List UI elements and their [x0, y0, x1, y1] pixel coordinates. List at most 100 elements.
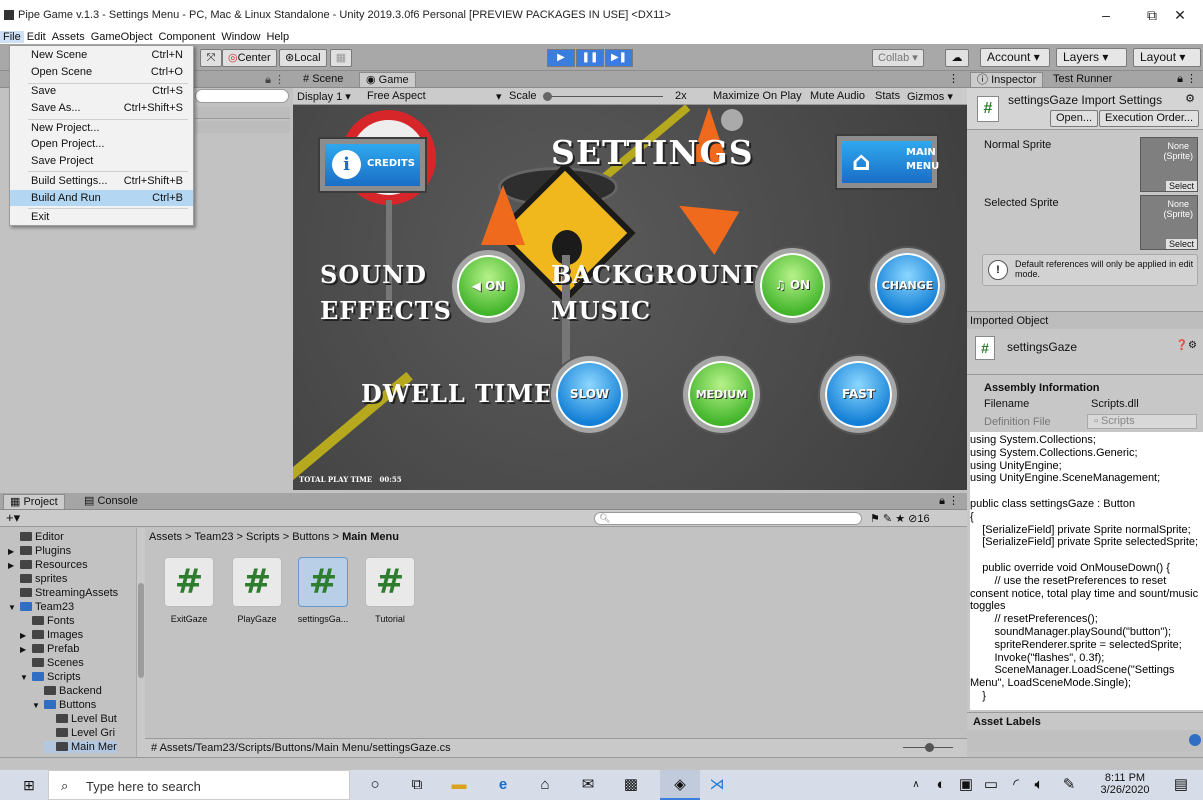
tree-scrollbar[interactable]	[136, 528, 145, 757]
taskbar-unity[interactable]: ◈	[660, 770, 700, 800]
menu-item-build-settings[interactable]: Build Settings... Ctrl+Shift+B	[10, 173, 193, 189]
cloud-icon[interactable]: ☁	[945, 49, 969, 67]
icon-size-slider-handle[interactable]	[925, 743, 934, 752]
lock-icon[interactable]: 🔒︎ ⋮	[939, 494, 959, 508]
lock-icon[interactable]: 🔒︎ ⋮	[265, 73, 285, 87]
task-view-icon[interactable]: ⧉	[408, 776, 426, 794]
hierarchy-row[interactable]	[195, 107, 290, 119]
tab-test-runner[interactable]: Test Runner	[1047, 72, 1118, 87]
scale-slider-handle[interactable]	[543, 92, 552, 101]
dwell-fast-button[interactable]: FAST	[820, 356, 897, 433]
menu-item-open-project[interactable]: Open Project...	[10, 136, 193, 152]
asset-settingsgaze[interactable]: #	[298, 557, 348, 607]
tree-arrow-icon[interactable]: ▼	[8, 603, 20, 612]
execution-order-button[interactable]: Execution Order...	[1099, 110, 1200, 127]
maximize-on-play-toggle[interactable]: Maximize On Play	[713, 90, 802, 102]
tree-arrow-icon[interactable]: ▶	[8, 561, 20, 570]
menu-item-open-scene[interactable]: Open Scene Ctrl+O	[10, 64, 193, 80]
tree-item[interactable]: Scenes	[20, 657, 84, 669]
volume-icon[interactable]: 🔈︎	[1030, 776, 1048, 794]
asset-bundle-icon[interactable]	[1189, 734, 1201, 746]
tree-arrow-icon[interactable]: ▶	[20, 631, 32, 640]
store-icon[interactable]: ⌂	[536, 776, 554, 794]
menu-component[interactable]: Component	[155, 31, 218, 43]
credits-button[interactable]: i CREDITS	[320, 139, 425, 191]
tab-inspector[interactable]: ⓘ Inspector	[970, 72, 1044, 87]
pivot-center-toggle[interactable]: ◎Center	[222, 49, 277, 67]
edge-icon[interactable]: e	[494, 776, 512, 794]
tree-item[interactable]: StreamingAssets	[8, 587, 118, 599]
tree-item[interactable]: Level Gri	[44, 727, 115, 739]
notifications-icon[interactable]: ▤	[1172, 776, 1190, 794]
tree-item[interactable]: Level But	[44, 713, 117, 725]
tab-project[interactable]: ▦ Project	[3, 494, 65, 509]
file-explorer-icon[interactable]: ▬	[450, 776, 468, 794]
tree-item[interactable]: ▶ Plugins	[8, 545, 71, 557]
gizmos-dropdown[interactable]: Gizmos ▾	[907, 90, 953, 103]
pen-icon[interactable]: ✎	[1060, 776, 1078, 794]
breadcrumb-item-current[interactable]: Main Menu	[342, 531, 399, 543]
settings-gear-icon[interactable]: ⚙	[1185, 92, 1195, 105]
asset-playgaze[interactable]: #	[232, 557, 282, 607]
pivot-local-toggle[interactable]: ⊛Local	[279, 49, 327, 67]
menu-gameobject[interactable]: GameObject	[88, 31, 156, 43]
tree-arrow-icon[interactable]: ▼	[20, 673, 32, 682]
menu-item-new-project[interactable]: New Project...	[10, 120, 193, 136]
tree-item[interactable]: ▼ Scripts	[20, 671, 81, 683]
tree-item[interactable]: Editor	[8, 531, 64, 543]
tree-arrow-icon[interactable]: ▼	[32, 701, 44, 710]
hierarchy-row[interactable]	[195, 121, 290, 133]
tray-app-icon[interactable]: ◐	[932, 776, 950, 794]
tree-item[interactable]: Backend	[32, 685, 102, 697]
main-menu-button[interactable]: ⌂ MAIN MENU	[837, 136, 939, 188]
tree-item[interactable]: ▶ Images	[20, 629, 83, 641]
rect-tool-icon[interactable]: ⤧	[200, 49, 222, 67]
aspect-dropdown[interactable]: Free Aspect	[367, 90, 507, 102]
breadcrumb-item[interactable]: Buttons	[292, 531, 329, 543]
account-dropdown[interactable]: Account ▾	[980, 48, 1050, 67]
breadcrumb-item[interactable]: Assets	[149, 531, 182, 543]
tree-item[interactable]: Fonts	[20, 615, 75, 627]
menu-item-build-and-run[interactable]: Build And Run Ctrl+B	[10, 190, 193, 206]
project-search-input[interactable]: 🔍︎	[594, 512, 862, 525]
play-button[interactable]: ▶	[547, 49, 575, 67]
normal-sprite-field[interactable]: None (Sprite) Select	[1140, 137, 1198, 192]
menu-help[interactable]: Help	[263, 31, 292, 43]
select-button[interactable]: Select	[1165, 239, 1197, 249]
game-app-icon[interactable]: ▩	[622, 776, 640, 794]
tree-item[interactable]: Main Mer	[44, 741, 117, 753]
layout-dropdown[interactable]: Layout ▾	[1133, 48, 1201, 67]
step-button[interactable]: ▶❚	[605, 49, 633, 67]
filter-icons[interactable]: ⚑ ✎ ★ ⊘16	[870, 512, 930, 525]
mail-icon[interactable]: ✉	[579, 776, 597, 794]
menu-file[interactable]: File	[0, 31, 24, 43]
taskbar-search-box[interactable]: ⌕ Type here to search	[48, 770, 350, 800]
menu-item-save-as[interactable]: Save As... Ctrl+Shift+S	[10, 100, 193, 116]
wifi-icon[interactable]: ◜	[1007, 776, 1025, 794]
windows-start-icon[interactable]: ⊞	[20, 776, 38, 794]
game-view[interactable]: SETTINGS i CREDITS ⌂ MAIN MENU SOUND EFF…	[293, 105, 967, 490]
menu-item-new-scene[interactable]: New Scene Ctrl+N	[10, 47, 193, 63]
display-dropdown[interactable]: Display 1 ▾	[297, 90, 351, 103]
help-settings-icon[interactable]: ❓⚙	[1176, 340, 1197, 351]
tree-arrow-icon[interactable]: ▶	[8, 547, 20, 556]
dwell-slow-button[interactable]: SLOW	[551, 356, 628, 433]
close-button[interactable]: ✕	[1157, 0, 1203, 30]
tray-display-icon[interactable]: ▣	[957, 776, 975, 794]
dwell-medium-button[interactable]: MEDIUM	[683, 356, 760, 433]
mute-audio-toggle[interactable]: Mute Audio	[810, 90, 865, 102]
select-button[interactable]: Select	[1165, 181, 1197, 191]
tree-arrow-icon[interactable]: ▶	[20, 645, 32, 654]
vscode-icon[interactable]: ⋊	[708, 776, 726, 794]
taskbar-clock[interactable]: 8:11 PM 3/26/2020	[1098, 772, 1152, 796]
tree-item[interactable]: ▶ Resources	[8, 559, 88, 571]
selected-sprite-field[interactable]: None (Sprite) Select	[1140, 195, 1198, 250]
change-music-button[interactable]: CHANGE	[870, 248, 945, 323]
open-button[interactable]: Open...	[1050, 110, 1099, 127]
breadcrumb-item[interactable]: Scripts	[246, 531, 280, 543]
lock-icon[interactable]: 🔒︎ ⋮	[1177, 72, 1197, 86]
tree-scrollbar-thumb[interactable]	[138, 583, 144, 678]
menu-assets[interactable]: Assets	[49, 31, 88, 43]
hierarchy-search-input[interactable]	[195, 89, 289, 103]
tray-chevron-icon[interactable]: ∧	[907, 776, 925, 794]
